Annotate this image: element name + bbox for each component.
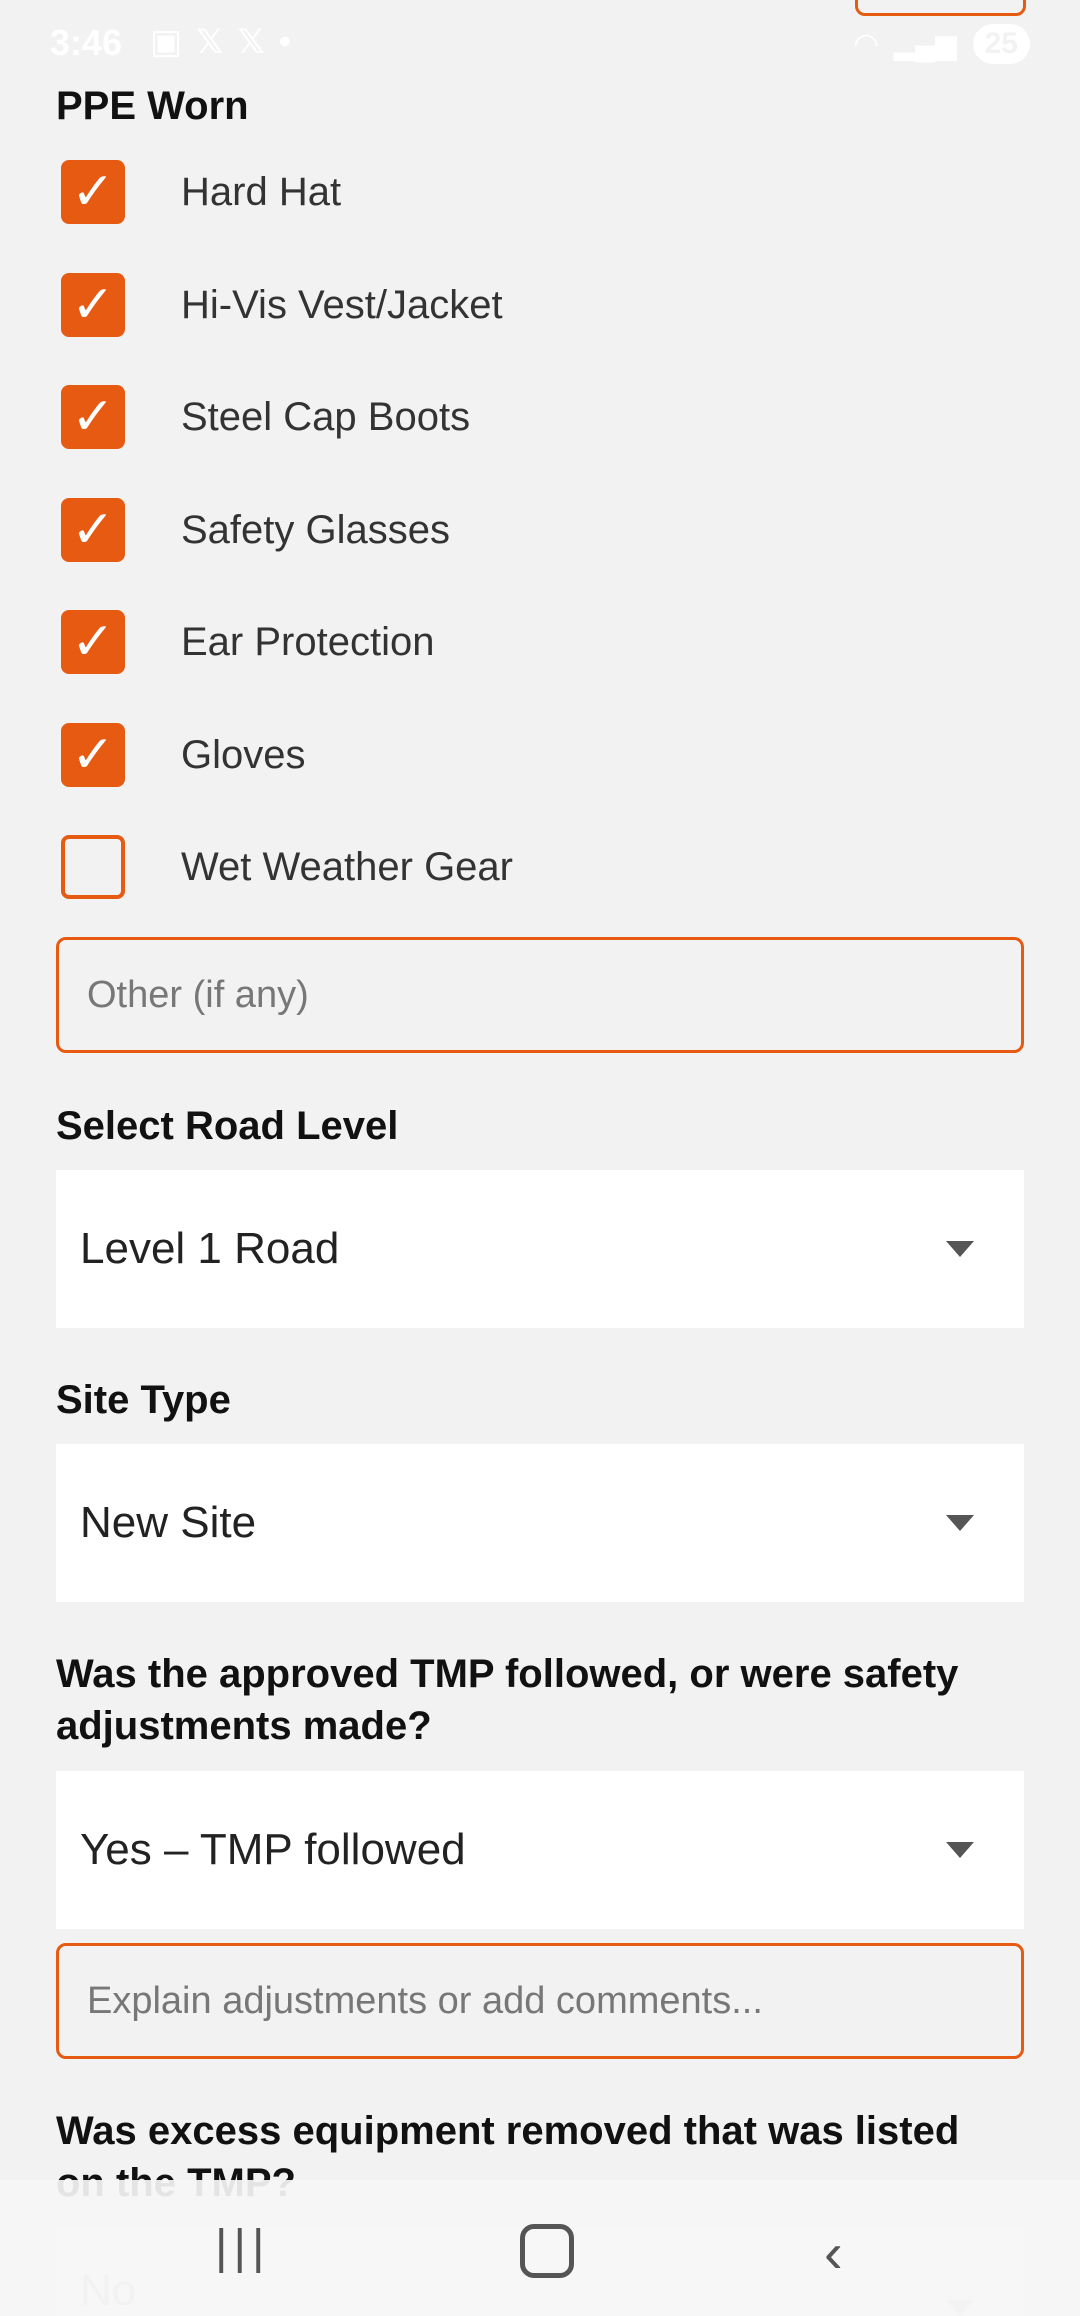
checkmark-icon: ✓	[71, 726, 115, 784]
tmp-comments-input[interactable]	[56, 1943, 1024, 2059]
checkbox[interactable]: ✓	[61, 723, 125, 787]
recent-apps-icon[interactable]: |||	[215, 2220, 270, 2275]
status-time: 3:46	[50, 22, 123, 63]
checkmark-icon: ✓	[71, 613, 115, 671]
other-ppe-input[interactable]	[56, 937, 1024, 1053]
tmp-followed-value: Yes – TMP followed	[80, 1825, 466, 1874]
checkbox[interactable]: ✓	[61, 498, 125, 562]
site-type-select[interactable]: New Site	[56, 1444, 1024, 1602]
checkmark-icon: ✓	[71, 163, 115, 221]
x-icon: 𝕏	[237, 23, 265, 61]
wifi-icon: ◠	[854, 27, 878, 61]
dropdown-caret-icon	[946, 1842, 974, 1858]
site-type-value: New Site	[80, 1498, 257, 1547]
checkbox-label: Wet Weather Gear	[181, 844, 513, 889]
checkbox[interactable]: ✓	[61, 385, 125, 449]
checkbox-row-gloves[interactable]: ✓ Gloves	[56, 715, 306, 795]
checkbox[interactable]: ✓	[61, 273, 125, 337]
checkbox-label: Ear Protection	[181, 619, 435, 664]
checkbox[interactable]: ✓	[61, 610, 125, 674]
checkbox-row-steel-cap-boots[interactable]: ✓ Steel Cap Boots	[56, 377, 470, 457]
home-icon[interactable]	[520, 2224, 574, 2278]
checkmark-icon: ✓	[71, 388, 115, 446]
checkbox-row-wet-weather-gear[interactable]: Wet Weather Gear	[56, 827, 513, 907]
checkbox-row-safety-glasses[interactable]: ✓ Safety Glasses	[56, 490, 450, 570]
tmp-followed-label-line1: Was the approved TMP followed, or were s…	[56, 1652, 959, 1696]
checkbox[interactable]	[61, 835, 125, 899]
checkbox[interactable]: ✓	[61, 160, 125, 224]
checkbox-label: Gloves	[181, 732, 306, 777]
site-type-label: Site Type	[56, 1378, 231, 1422]
checkbox-row-hard-hat[interactable]: ✓ Hard Hat	[56, 152, 341, 232]
dot-icon: •	[278, 22, 291, 61]
tmp-followed-select[interactable]: Yes – TMP followed	[56, 1771, 1024, 1929]
excess-equipment-label-line1: Was excess equipment removed that was li…	[56, 2109, 960, 2153]
checkmark-icon: ✓	[71, 276, 115, 334]
x-icon: 𝕏	[196, 23, 224, 61]
dropdown-caret-icon	[946, 1515, 974, 1531]
status-right: ◠ ▂▄▆ 25	[855, 24, 1030, 64]
screenshot-icon: ▣	[150, 23, 183, 61]
top-action-button[interactable]	[855, 0, 1026, 16]
notification-icons: ▣ 𝕏 𝕏 •	[150, 22, 291, 62]
battery-indicator: 25	[972, 24, 1030, 64]
road-level-select[interactable]: Level 1 Road	[56, 1170, 1024, 1328]
checkbox-label: Safety Glasses	[181, 507, 451, 552]
checkbox-label: Hard Hat	[181, 169, 342, 214]
checkbox-label: Hi-Vis Vest/Jacket	[181, 282, 503, 327]
signal-icon: ▂▄▆	[893, 28, 957, 60]
checkmark-icon: ✓	[71, 501, 115, 559]
checkbox-row-hi-vis[interactable]: ✓ Hi-Vis Vest/Jacket	[56, 265, 503, 345]
ppe-title: PPE Worn	[56, 84, 249, 128]
dropdown-caret-icon	[946, 1241, 974, 1257]
road-level-label: Select Road Level	[56, 1104, 399, 1148]
road-level-value: Level 1 Road	[80, 1224, 340, 1273]
back-icon[interactable]: ‹	[824, 2220, 843, 2285]
system-nav-bar: ||| ‹	[0, 2180, 1080, 2316]
checkbox-row-ear-protection[interactable]: ✓ Ear Protection	[56, 602, 434, 682]
tmp-followed-label-line2: adjustments made?	[56, 1704, 432, 1748]
checkbox-label: Steel Cap Boots	[181, 394, 471, 439]
tmp-followed-label: Was the approved TMP followed, or were s…	[56, 1648, 958, 1752]
